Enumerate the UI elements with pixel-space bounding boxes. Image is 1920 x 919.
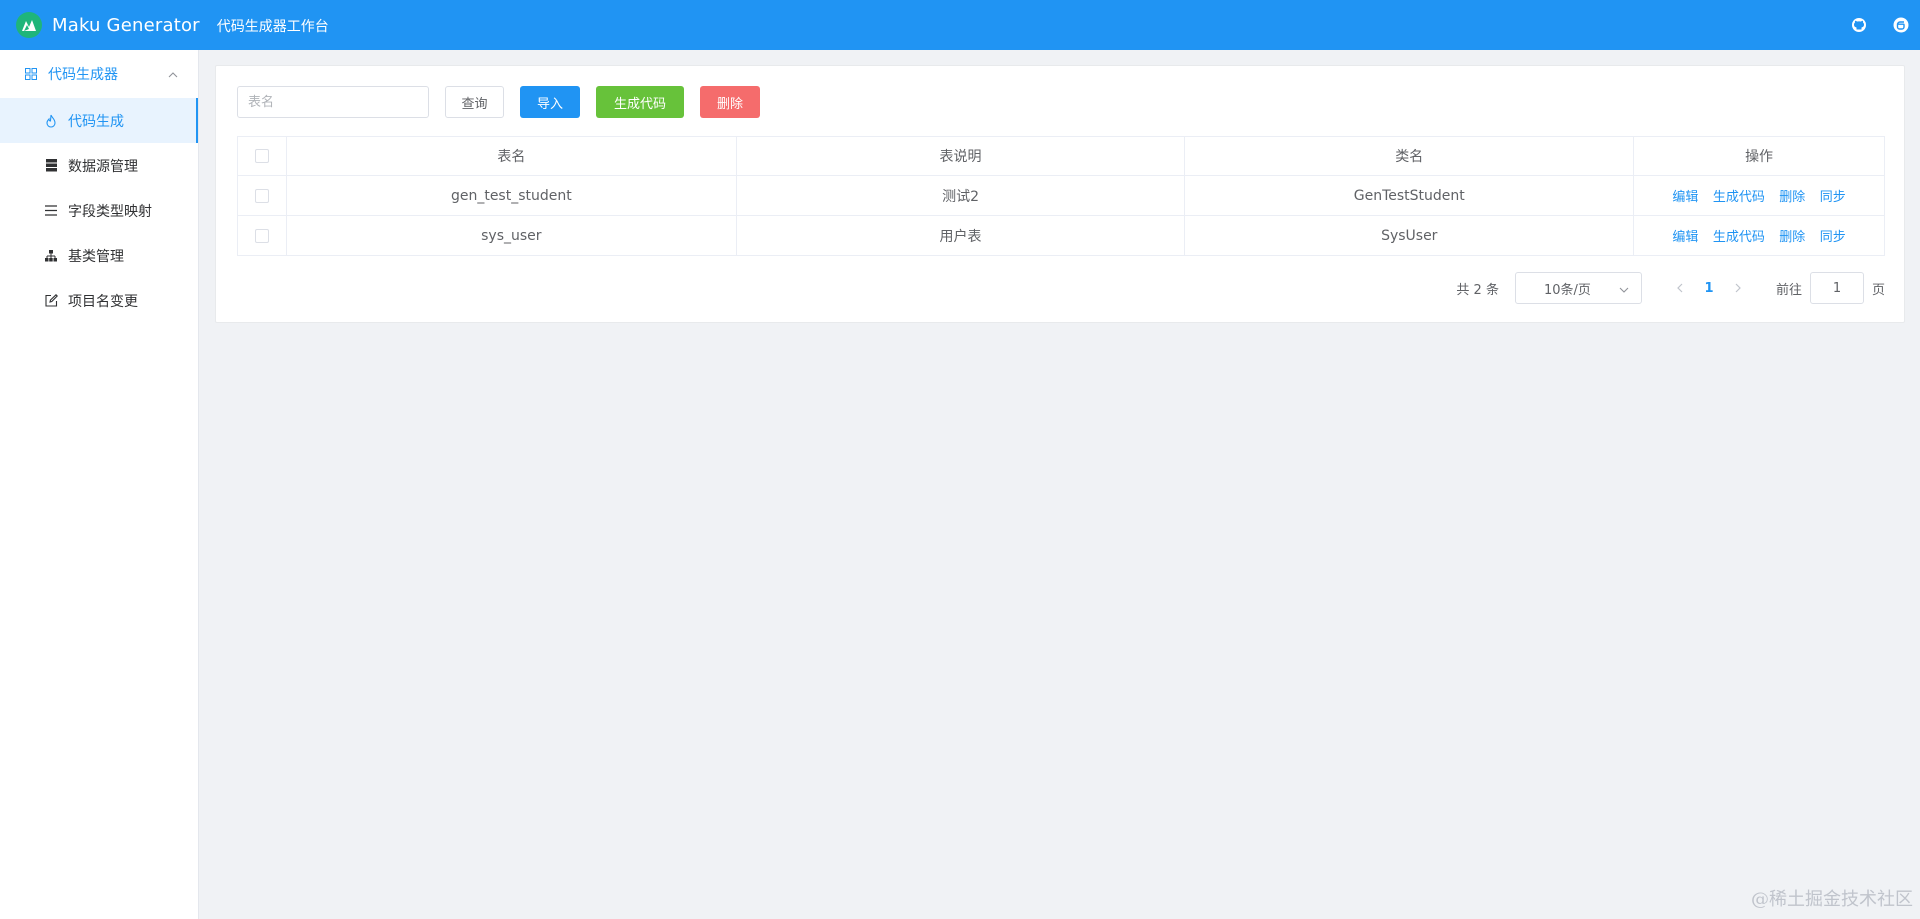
app-logo — [16, 12, 42, 38]
column-header: 表说明 — [735, 136, 1186, 176]
toolbar: 查询 导入 生成代码 删除 — [237, 86, 760, 118]
sidebar-item-label: 字段类型映射 — [68, 203, 152, 220]
goto-page-input[interactable] — [1809, 272, 1864, 304]
row-select-cell — [237, 175, 287, 216]
table-comment-cell: 用户表 — [735, 215, 1186, 256]
sidebar-item-datasource[interactable]: 数据源管理 — [0, 143, 198, 188]
edit-icon — [44, 294, 58, 308]
app-title: Maku Generator — [52, 14, 200, 36]
table-name-cell: sys_user — [285, 215, 737, 256]
select-all-cell — [237, 136, 287, 176]
column-header: 表名 — [285, 136, 737, 176]
page-size-select[interactable]: 10条/页 — [1514, 272, 1642, 304]
generate-code-link[interactable]: 生成代码 — [1713, 230, 1765, 245]
hierarchy-icon — [44, 249, 58, 263]
actions-cell: 编辑 生成代码 删除 同步 — [1633, 175, 1885, 216]
flame-icon — [44, 114, 58, 128]
edit-link[interactable]: 编辑 — [1672, 230, 1698, 245]
row-checkbox[interactable] — [254, 228, 269, 243]
table-row: gen_test_student 测试2 GenTestStudent 编辑 生… — [237, 175, 1885, 216]
chevron-up-icon — [168, 68, 178, 84]
chevron-down-icon — [1619, 284, 1629, 299]
sidebar-item-project-rename[interactable]: 项目名变更 — [0, 278, 198, 323]
page-number-current[interactable]: 1 — [1694, 281, 1724, 296]
sync-link[interactable]: 同步 — [1820, 230, 1846, 245]
goto-label: 前往 — [1775, 282, 1802, 298]
table-comment-cell: 测试2 — [735, 175, 1186, 216]
sidebar-item-label: 数据源管理 — [68, 158, 138, 175]
pagination-total: 共 2 条 — [1456, 282, 1499, 298]
sidebar-item-label: 基类管理 — [68, 248, 124, 265]
table-header-row: 表名 表说明 类名 操作 — [237, 136, 1885, 176]
page-suffix: 页 — [1871, 282, 1885, 298]
list-icon — [44, 204, 58, 218]
prev-page-button[interactable] — [1666, 274, 1694, 302]
generate-code-button[interactable]: 生成代码 — [596, 86, 684, 118]
main-card: 查询 导入 生成代码 删除 表名 表说明 类名 操作 gen_test_stud… — [215, 65, 1905, 323]
top-header: Maku Generator 代码生成器工作台 — [0, 0, 1920, 50]
database-icon — [44, 159, 58, 173]
page-size-value: 10条/页 — [1543, 282, 1591, 298]
table-row: sys_user 用户表 SysUser 编辑 生成代码 删除 同步 — [237, 215, 1885, 256]
sidebar: 代码生成器 代码生成 数据源管理 字段类型映射 基类管理 项目名变更 — [0, 50, 199, 919]
row-select-cell — [237, 215, 287, 256]
github-icon[interactable] — [1850, 16, 1868, 34]
actions-cell: 编辑 生成代码 删除 同步 — [1633, 215, 1885, 256]
sidebar-item-label: 项目名变更 — [68, 293, 138, 310]
edit-link[interactable]: 编辑 — [1672, 190, 1698, 205]
column-header: 类名 — [1184, 136, 1635, 176]
row-checkbox[interactable] — [254, 188, 269, 203]
sidebar-item-label: 代码生成 — [68, 113, 124, 130]
gitee-icon[interactable] — [1892, 16, 1910, 34]
sidebar-item-field-type[interactable]: 字段类型映射 — [0, 188, 198, 233]
grid-icon — [24, 67, 38, 81]
query-button[interactable]: 查询 — [445, 86, 504, 118]
next-page-button[interactable] — [1724, 274, 1752, 302]
sync-link[interactable]: 同步 — [1820, 190, 1846, 205]
generate-code-link[interactable]: 生成代码 — [1713, 190, 1765, 205]
table-name-search-input[interactable] — [237, 86, 429, 118]
delete-button[interactable]: 删除 — [700, 86, 760, 118]
pagination: 共 2 条 10条/页 1 前往 页 — [1456, 272, 1885, 304]
table-list: 表名 表说明 类名 操作 gen_test_student 测试2 GenTes… — [237, 136, 1885, 256]
select-all-checkbox[interactable] — [254, 149, 269, 163]
app-subtitle: 代码生成器工作台 — [216, 19, 329, 35]
class-name-cell: GenTestStudent — [1184, 175, 1635, 216]
sidebar-item-base-class[interactable]: 基类管理 — [0, 233, 198, 278]
watermark: @稀土掘金技术社区 — [1751, 889, 1913, 910]
delete-link[interactable]: 删除 — [1779, 190, 1805, 205]
sidebar-item-code-gen[interactable]: 代码生成 — [0, 98, 198, 143]
sidebar-group-label: 代码生成器 — [48, 67, 118, 83]
column-header: 操作 — [1633, 136, 1885, 176]
delete-link[interactable]: 删除 — [1779, 230, 1805, 245]
sidebar-group-code-generator[interactable]: 代码生成器 — [0, 50, 198, 98]
table-name-cell: gen_test_student — [285, 175, 737, 216]
import-button[interactable]: 导入 — [520, 86, 580, 118]
class-name-cell: SysUser — [1184, 215, 1635, 256]
